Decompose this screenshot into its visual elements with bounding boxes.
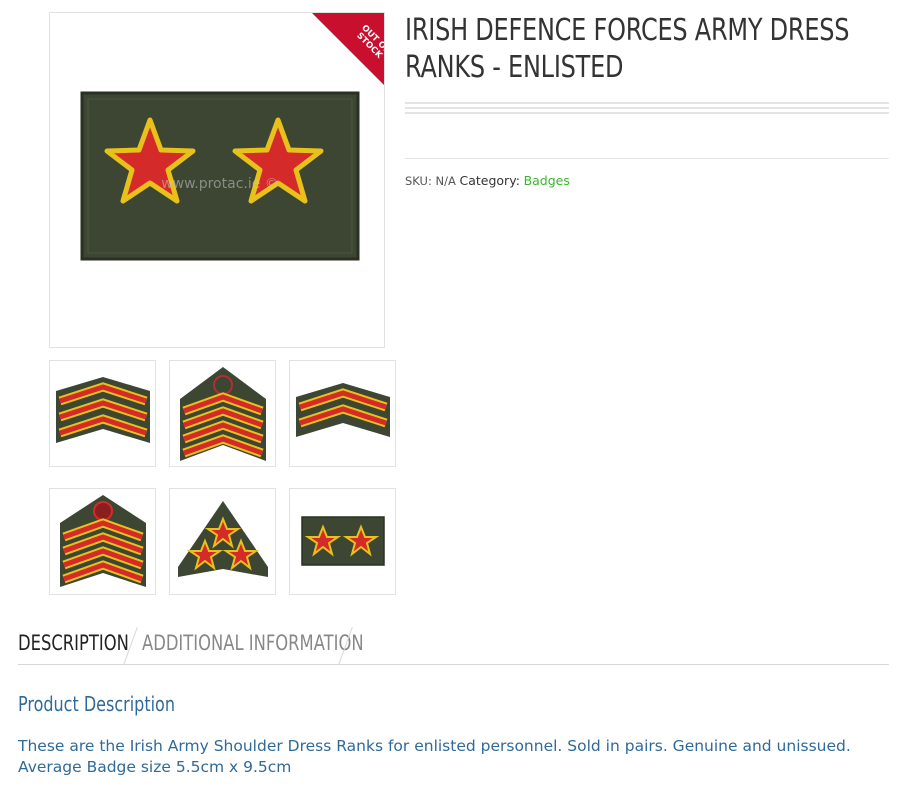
chevron-4-crest-image bbox=[180, 367, 266, 461]
thumbnail-2[interactable] bbox=[169, 360, 276, 467]
product-description-text: These are the Irish Army Shoulder Dress … bbox=[18, 736, 898, 778]
description-line-1: These are the Irish Army Shoulder Dress … bbox=[18, 737, 851, 755]
product-title-line-2: RANKS - ENLISTED bbox=[405, 50, 624, 85]
description-line-2: Average Badge size 5.5cm x 9.5cm bbox=[18, 758, 292, 776]
title-divider bbox=[405, 102, 889, 116]
watermark-text: www.protac.ie © bbox=[161, 176, 279, 192]
product-title-line-1: IRISH DEFENCE FORCES ARMY DRESS bbox=[405, 13, 850, 48]
chevron-3-image bbox=[56, 377, 150, 443]
chevron-2-image bbox=[296, 383, 390, 437]
thumbnail-3[interactable] bbox=[289, 360, 396, 467]
product-title: IRISH DEFENCE FORCES ARMY DRESS RANKS - E… bbox=[405, 12, 869, 86]
thumbnail-1[interactable] bbox=[49, 360, 156, 467]
meta-divider bbox=[405, 158, 889, 159]
sku-value: N/A bbox=[435, 174, 456, 188]
product-description-heading: Product Description bbox=[18, 692, 175, 716]
category-label: Category: bbox=[459, 173, 520, 188]
tabs-divider bbox=[18, 664, 889, 665]
product-tabs: DESCRIPTION ADDITIONAL INFORMATION bbox=[18, 626, 889, 666]
out-of-stock-ribbon: OUT OF STOCK bbox=[312, 13, 384, 85]
main-product-image[interactable]: www.protac.ie © OUT OF STOCK bbox=[49, 12, 385, 348]
tab-description[interactable]: DESCRIPTION bbox=[18, 631, 129, 655]
category-link-badges[interactable]: Badges bbox=[524, 173, 570, 188]
tab-additional-information[interactable]: ADDITIONAL INFORMATION bbox=[142, 631, 364, 655]
triangle-3-stars-image bbox=[178, 501, 268, 577]
sku-label: SKU: bbox=[405, 174, 432, 188]
rect-2-stars-image bbox=[301, 516, 385, 566]
product-meta: SKU: N/A Category: Badges bbox=[405, 173, 570, 188]
chevron-4-emblem-image bbox=[60, 495, 146, 587]
thumbnail-5[interactable] bbox=[169, 488, 276, 595]
thumbnail-4[interactable] bbox=[49, 488, 156, 595]
thumbnail-6[interactable] bbox=[289, 488, 396, 595]
